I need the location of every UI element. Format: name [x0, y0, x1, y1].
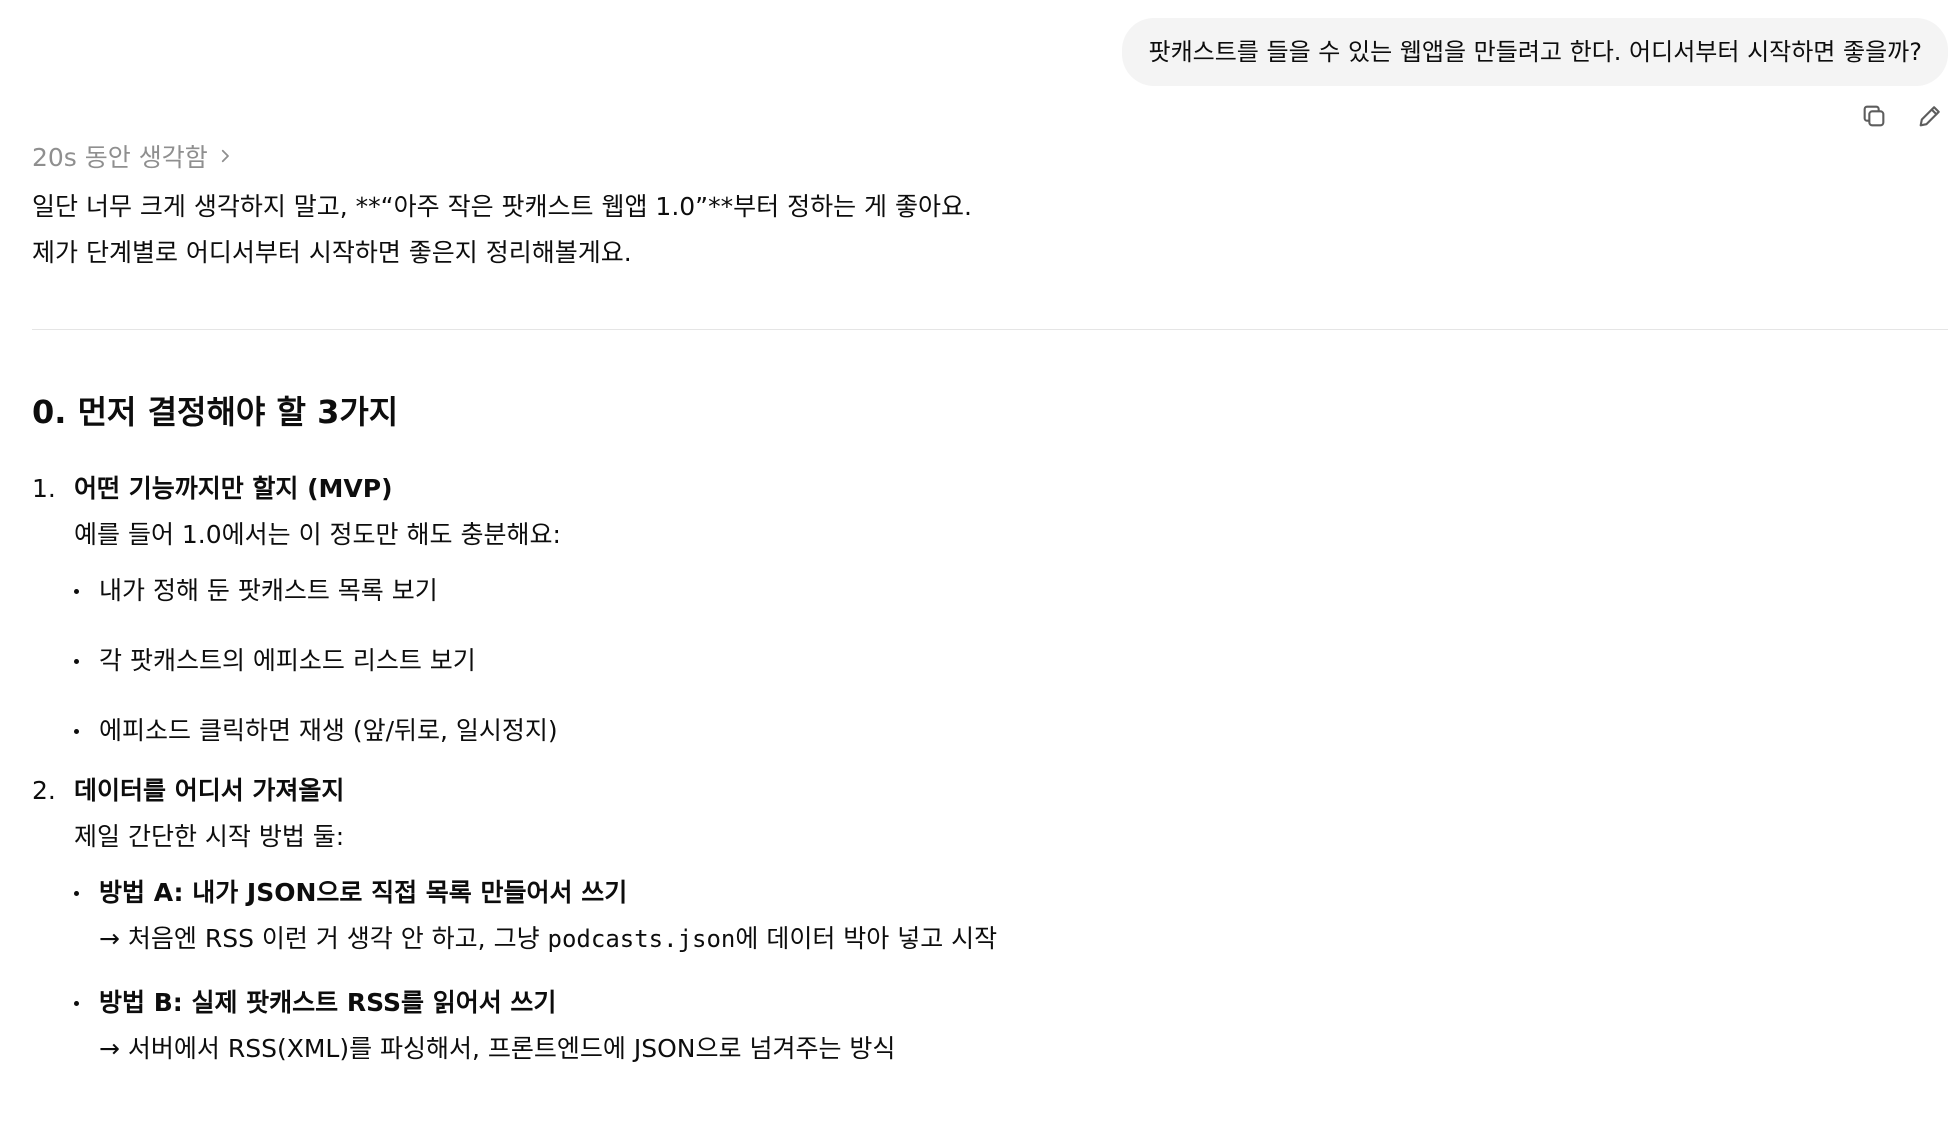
user-message-text: 팟캐스트를 들을 수 있는 웹앱을 만들려고 한다. 어디서부터 시작하면 좋을… — [1148, 38, 1922, 66]
bullet-item: 내가 정해 둔 팟캐스트 목록 보기 — [74, 568, 1912, 614]
option-detail-text: 에 데이터 박아 넣고 시작 — [735, 924, 998, 953]
bullet-item: 에피소드 클릭하면 재생 (앞/뒤로, 일시정지) — [74, 708, 1912, 754]
option-detail: → 서버에서 RSS(XML)를 파싱해서, 프론트엔드에 JSON으로 넘겨주… — [99, 1034, 896, 1063]
list-item: 2. 데이터를 어디서 가져올지 제일 간단한 시작 방법 둘: 방법 A: 내… — [32, 768, 1912, 1072]
divider — [32, 329, 1948, 330]
item-description: 제일 간단한 시작 방법 둘: — [74, 822, 345, 851]
option-b: 방법 B: 실제 팟캐스트 RSS를 읽어서 쓰기 → 서버에서 RSS(XML… — [74, 980, 1912, 1072]
decision-list: 1. 어떤 기능까지만 할지 (MVP) 예를 들어 1.0에서는 이 정도만 … — [32, 466, 1912, 1096]
thinking-toggle[interactable]: 20s 동안 생각함 — [32, 138, 234, 174]
item-description: 예를 들어 1.0에서는 이 정도만 해도 충분해요: — [74, 520, 561, 549]
copy-icon[interactable] — [1858, 100, 1890, 132]
section-title: 0. 먼저 결정해야 할 3가지 — [32, 393, 399, 431]
user-message-bubble: 팟캐스트를 들을 수 있는 웹앱을 만들려고 한다. 어디서부터 시작하면 좋을… — [1122, 18, 1948, 86]
item-title: 데이터를 어디서 가져올지 — [74, 776, 345, 805]
option-a: 방법 A: 내가 JSON으로 직접 목록 만들어서 쓰기 → 처음엔 RSS … — [74, 870, 1912, 962]
message-actions — [1858, 100, 1946, 132]
feature-bullets: 내가 정해 둔 팟캐스트 목록 보기 각 팟캐스트의 에피소드 리스트 보기 에… — [74, 568, 1912, 754]
option-title: 방법 B: 실제 팟캐스트 RSS를 읽어서 쓰기 — [99, 988, 557, 1017]
option-detail: → 처음엔 RSS 이런 거 생각 안 하고, 그냥 podcasts.json… — [99, 916, 1912, 962]
item-number: 2. — [32, 776, 56, 805]
option-detail-text: → 처음엔 RSS 이런 거 생각 안 하고, 그냥 — [99, 924, 548, 953]
option-bullets: 방법 A: 내가 JSON으로 직접 목록 만들어서 쓰기 → 처음엔 RSS … — [74, 870, 1912, 1072]
inline-code: podcasts.json — [547, 925, 736, 953]
assistant-intro: 일단 너무 크게 생각하지 말고, **“아주 작은 팟캐스트 웹앱 1.0”*… — [32, 184, 1932, 276]
item-number: 1. — [32, 474, 56, 503]
pencil-icon[interactable] — [1914, 100, 1946, 132]
chevron-right-icon — [216, 142, 234, 171]
thinking-label: 20s 동안 생각함 — [32, 143, 208, 172]
bullet-item: 각 팟캐스트의 에피소드 리스트 보기 — [74, 638, 1912, 684]
intro-line-1: 일단 너무 크게 생각하지 말고, **“아주 작은 팟캐스트 웹앱 1.0”*… — [32, 192, 972, 221]
option-title: 방법 A: 내가 JSON으로 직접 목록 만들어서 쓰기 — [99, 878, 628, 907]
item-title: 어떤 기능까지만 할지 (MVP) — [74, 474, 393, 503]
list-item: 1. 어떤 기능까지만 할지 (MVP) 예를 들어 1.0에서는 이 정도만 … — [32, 466, 1912, 754]
intro-line-2: 제가 단계별로 어디서부터 시작하면 좋은지 정리해볼게요. — [32, 238, 632, 267]
